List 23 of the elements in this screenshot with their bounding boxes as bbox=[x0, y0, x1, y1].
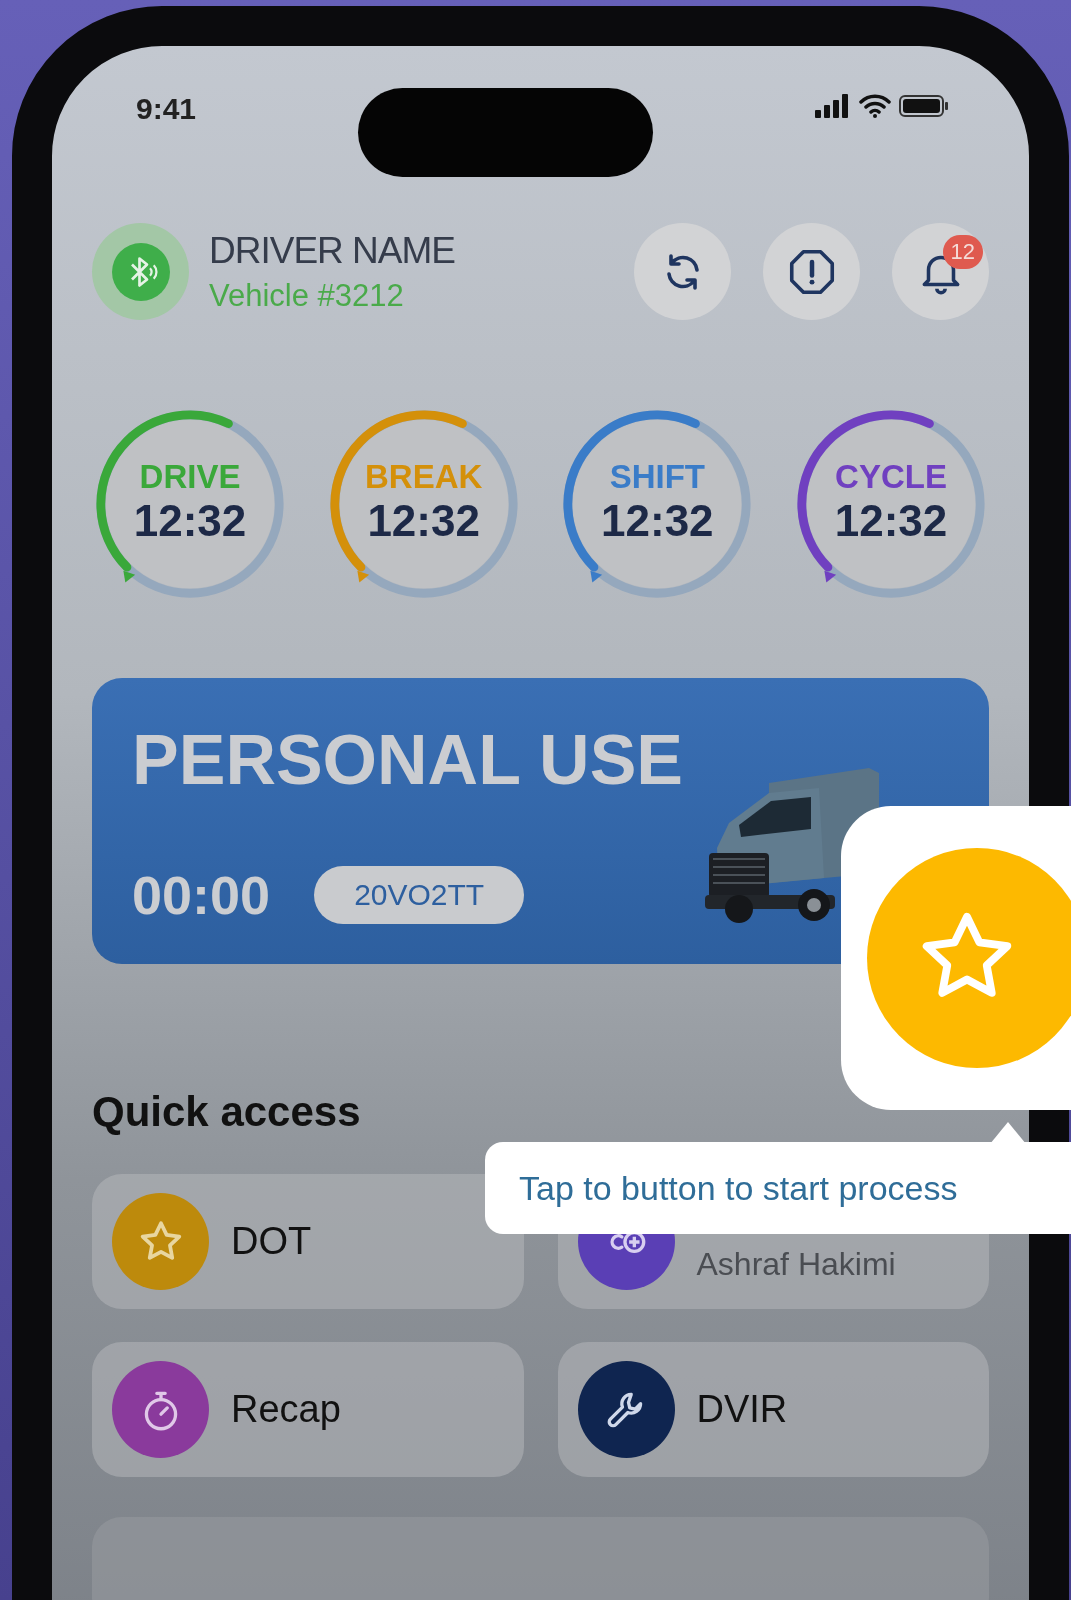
timer-label: SHIFT bbox=[609, 458, 705, 496]
quick-access-item[interactable]: DVIR bbox=[557, 1342, 989, 1477]
timer-value: 12:32 bbox=[601, 496, 714, 546]
timer-label: CYCLE bbox=[835, 458, 947, 496]
vehicle-number: Vehicle #3212 bbox=[209, 277, 405, 314]
timer-value: 12:32 bbox=[367, 496, 480, 546]
timer-value: 12:32 bbox=[834, 496, 948, 546]
quick-access-item[interactable]: Recap bbox=[92, 1342, 524, 1477]
timer-label: DRIVE bbox=[139, 458, 241, 496]
code-tag: 20VO2TT bbox=[314, 866, 525, 924]
driver-name: DRIVER NAME bbox=[209, 229, 456, 272]
status-card[interactable]: PERSONAL USE 00:00 20VO2TT bbox=[92, 678, 989, 964]
timer-label: BREAK bbox=[365, 458, 483, 496]
signal-icon bbox=[815, 94, 851, 118]
battery-icon bbox=[899, 94, 949, 118]
notification-count: 12 bbox=[942, 235, 983, 269]
contact-name: Ashraf Hakimi bbox=[696, 1246, 896, 1283]
status-timer: 00:00 bbox=[132, 864, 271, 926]
status-time: 9:41 bbox=[136, 92, 197, 126]
section-title: Quick access bbox=[92, 1088, 362, 1136]
timer-value: 12:32 bbox=[133, 496, 247, 546]
wifi-icon bbox=[859, 94, 891, 118]
status-title: PERSONAL USE bbox=[132, 720, 684, 800]
